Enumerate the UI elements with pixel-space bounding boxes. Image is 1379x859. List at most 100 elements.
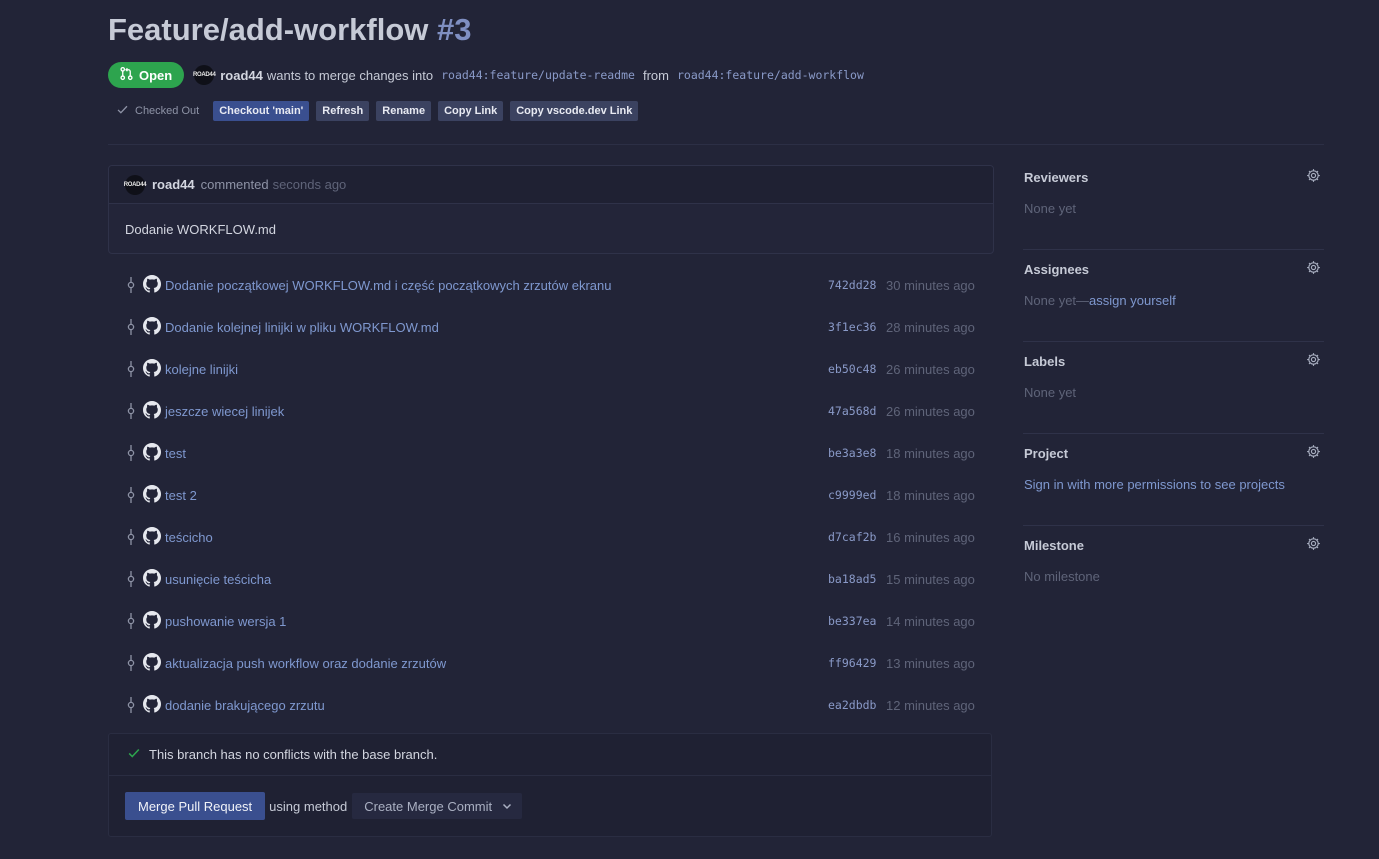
avatar[interactable]: ROAD44 [124, 174, 147, 195]
commit-sha[interactable]: d7caf2b [828, 530, 876, 544]
merge-method-value: Create Merge Commit [364, 798, 493, 814]
project-sign-in-link[interactable]: Sign in with more permissions to see pro… [1024, 477, 1285, 492]
gear-icon[interactable] [1306, 536, 1321, 551]
commit-time: 13 minutes ago [886, 655, 975, 671]
git-commit-icon [127, 403, 135, 419]
refresh-button[interactable]: Refresh [316, 100, 370, 121]
git-commit-icon [127, 697, 135, 713]
branch-actions: Checked Out Checkout 'main' Refresh Rena… [116, 100, 645, 121]
commit-sha[interactable]: ea2dbdb [828, 698, 876, 712]
copy-vscode-link-button[interactable]: Copy vscode.dev Link [510, 100, 639, 121]
from-text: from [642, 67, 669, 83]
commit-row: kolejne linijki eb50c48 26 minutes ago [108, 348, 994, 390]
gear-icon[interactable] [1306, 444, 1321, 459]
commit-sha[interactable]: 3f1ec36 [828, 320, 876, 334]
github-avatar-icon [143, 653, 161, 671]
checked-out-indicator: Checked Out [116, 103, 199, 119]
assign-yourself-link[interactable]: assign yourself [1089, 293, 1176, 308]
commit-message[interactable]: kolejne linijki [165, 362, 238, 377]
chevron-down-icon [502, 799, 512, 814]
commit-sha[interactable]: eb50c48 [828, 362, 876, 376]
commit-row: usunięcie teścicha ba18ad5 15 minutes ago [108, 558, 994, 600]
commit-time: 26 minutes ago [886, 403, 975, 419]
github-avatar-icon [143, 275, 161, 293]
merge-status: This branch has no conflicts with the ba… [109, 734, 991, 776]
commit-message[interactable]: test 2 [165, 488, 197, 503]
pull-request-icon [119, 66, 134, 84]
github-avatar-icon [143, 401, 161, 419]
head-branch[interactable]: road44:feature/add-workflow [677, 68, 864, 82]
commit-message[interactable]: dodanie brakującego zrzutu [165, 698, 325, 713]
commit-message[interactable]: Dodanie początkowej WORKFLOW.md i część … [165, 278, 612, 293]
commit-time: 28 minutes ago [886, 319, 975, 335]
merge-text: wants to merge changes into [266, 67, 434, 83]
merge-pull-request-button[interactable]: Merge Pull Request [125, 792, 266, 820]
commit-sha[interactable]: be337ea [828, 614, 876, 628]
merge-method-select[interactable]: Create Merge Commit [352, 793, 523, 819]
milestone-section: Milestone No milestone [1023, 526, 1324, 618]
avatar[interactable]: ROAD44 [193, 65, 216, 85]
description-comment: ROAD44 road44 commented seconds ago Doda… [108, 165, 994, 254]
sidebar: Reviewers None yet Assignees None yet—as… [1023, 158, 1324, 618]
commit-message[interactable]: teścicho [165, 530, 213, 545]
gear-icon[interactable] [1306, 168, 1321, 183]
assignees-title: Assignees [1024, 262, 1090, 277]
commit-sha[interactable]: c9999ed [828, 488, 876, 502]
page-title: Feature/add-workflow #3 [108, 12, 471, 48]
commit-time: 15 minutes ago [886, 571, 975, 587]
commit-message[interactable]: aktualizacja push workflow oraz dodanie … [165, 656, 446, 671]
commit-time: 14 minutes ago [886, 613, 975, 629]
github-avatar-icon [143, 527, 161, 545]
github-avatar-icon [143, 611, 161, 629]
gear-icon[interactable] [1306, 352, 1321, 367]
commit-sha[interactable]: be3a3e8 [828, 446, 876, 460]
commit-sha[interactable]: ba18ad5 [828, 572, 876, 586]
commit-sha[interactable]: 742dd28 [828, 278, 876, 292]
checked-out-label: Checked Out [135, 104, 200, 117]
commit-sha[interactable]: 47a568d [828, 404, 876, 418]
rename-button[interactable]: Rename [376, 100, 432, 121]
labels-section: Labels None yet [1023, 342, 1324, 434]
assignees-section: Assignees None yet—assign yourself [1023, 250, 1324, 342]
commit-row: test be3a3e8 18 minutes ago [108, 432, 994, 474]
github-avatar-icon [143, 317, 161, 335]
commit-time: 18 minutes ago [886, 445, 975, 461]
gear-icon[interactable] [1306, 260, 1321, 275]
base-branch[interactable]: road44:feature/update-readme [441, 68, 635, 82]
using-method-label: using method [269, 798, 348, 814]
labels-value: None yet [1024, 385, 1077, 400]
check-icon [116, 103, 129, 119]
copy-link-button[interactable]: Copy Link [438, 100, 504, 121]
assignees-value: None yet—assign yourself [1024, 293, 1176, 308]
comment-time: seconds ago [272, 177, 347, 192]
git-commit-icon [127, 529, 135, 545]
milestone-title: Milestone [1024, 538, 1084, 553]
comment-body: Dodanie WORKFLOW.md [125, 222, 276, 237]
commit-row: Dodanie kolejnej linijki w pliku WORKFLO… [108, 306, 994, 348]
commit-row: Dodanie początkowej WORKFLOW.md i część … [108, 264, 994, 306]
commit-row: dodanie brakującego zrzutu ea2dbdb 12 minu… [108, 684, 994, 726]
commit-message[interactable]: test [165, 446, 186, 461]
git-commit-icon [127, 487, 135, 503]
reviewers-title: Reviewers [1024, 170, 1089, 185]
commit-sha[interactable]: ff96429 [828, 656, 876, 670]
git-commit-icon [127, 613, 135, 629]
commit-time: 12 minutes ago [886, 697, 975, 713]
comment-author[interactable]: road44 [152, 177, 195, 192]
git-commit-icon [127, 571, 135, 587]
checkout-main-button[interactable]: Checkout 'main' [213, 100, 310, 121]
comment-header: ROAD44 road44 commented seconds ago [109, 166, 993, 204]
pr-number: #3 [437, 12, 472, 47]
assignees-none: None yet— [1024, 293, 1090, 308]
commit-message[interactable]: Dodanie kolejnej linijki w pliku WORKFLO… [165, 320, 439, 335]
status-label: Open [139, 67, 173, 83]
pr-title: Feature/add-workflow [108, 12, 429, 47]
author-link[interactable]: road44 [220, 68, 263, 83]
reviewers-value: None yet [1024, 201, 1077, 216]
commit-message[interactable]: pushowanie wersja 1 [165, 614, 286, 629]
project-title: Project [1024, 446, 1069, 461]
github-avatar-icon [143, 443, 161, 461]
git-commit-icon [127, 655, 135, 671]
commit-message[interactable]: usunięcie teścicha [165, 572, 271, 587]
commit-message[interactable]: jeszcze wiecej linijek [165, 404, 284, 419]
